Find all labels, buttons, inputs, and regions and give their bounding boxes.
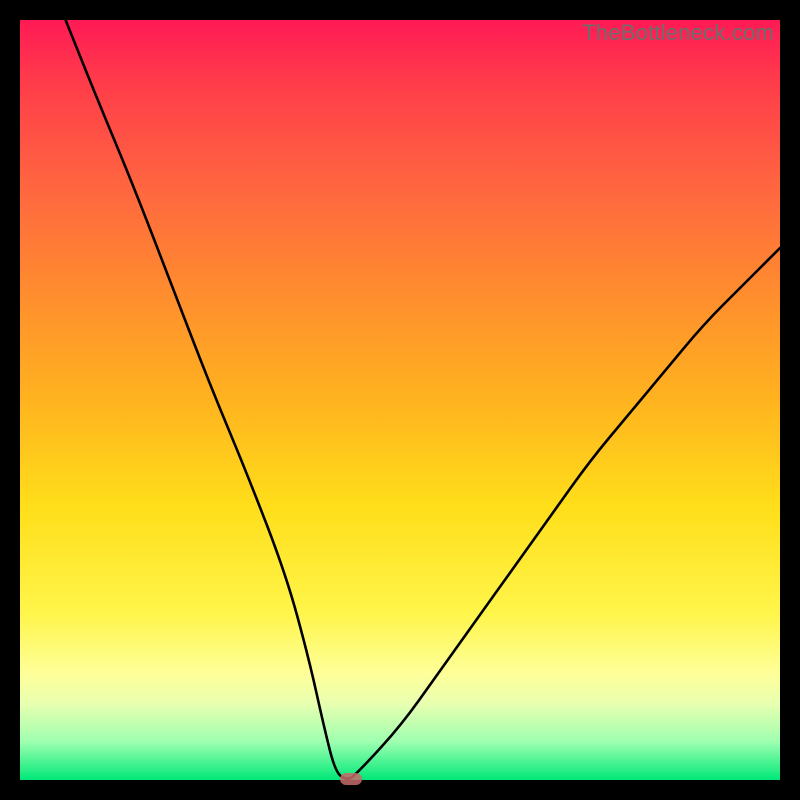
plot-area: TheBottleneck.com — [20, 20, 780, 780]
bottleneck-curve — [20, 20, 780, 780]
chart-frame: TheBottleneck.com — [0, 0, 800, 800]
optimal-point-marker — [340, 773, 362, 785]
